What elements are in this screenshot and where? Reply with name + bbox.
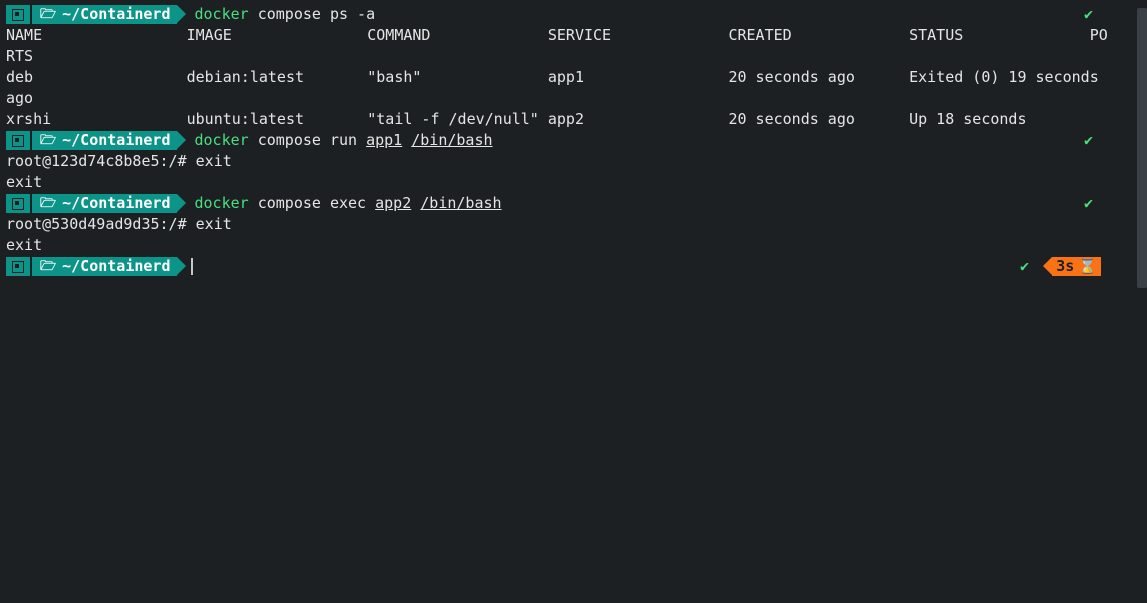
prompt-line[interactable]: 🗁 ~/Containerd docker compose run app1 /bi…: [6, 130, 1141, 151]
check-icon: ✔: [1084, 4, 1093, 25]
manjaro-icon: [6, 131, 30, 150]
path-text: ~/Containerd: [62, 4, 170, 25]
output-line: root@530d49ad9d35:/# exit: [6, 214, 1141, 235]
scrollbar-track: [1137, 0, 1147, 603]
manjaro-icon: [6, 194, 30, 213]
output-line: xrshi ubuntu:latest "tail -f /dev/null" …: [6, 109, 1141, 130]
manjaro-icon: [6, 5, 30, 24]
prompt-line[interactable]: 🗁 ~/Containerd docker compose ps -a ✔: [6, 4, 1141, 25]
cursor: [191, 258, 193, 275]
command: docker compose ps -a: [195, 4, 376, 25]
output-line: deb debian:latest "bash" app1 20 seconds…: [6, 67, 1141, 88]
output-line: NAME IMAGE COMMAND SERVICE CREATED STATU…: [6, 25, 1141, 46]
manjaro-icon: [6, 257, 30, 276]
output-line: ago: [6, 88, 1141, 109]
check-icon: ✔: [1020, 256, 1029, 277]
command: docker compose run app1 /bin/bash: [195, 130, 493, 151]
terminal[interactable]: 🗁~/Containerddocker compose ps -a✔NAME I…: [6, 4, 1141, 277]
prompt-line[interactable]: 🗁 ~/Containerd docker compose exec app2 /b…: [6, 193, 1141, 214]
folder-icon: 🗁: [40, 4, 56, 25]
path-text: ~/Containerd: [62, 193, 170, 214]
output-line: exit: [6, 235, 1141, 256]
output-line: RTS: [6, 46, 1141, 67]
folder-icon: 🗁: [40, 130, 56, 151]
check-icon: ✔: [1084, 193, 1093, 214]
prompt-path: 🗁 ~/Containerd: [32, 257, 177, 276]
prompt-path: 🗁 ~/Containerd: [32, 5, 177, 24]
prompt-path: 🗁 ~/Containerd: [32, 131, 177, 150]
output-line: exit: [6, 172, 1141, 193]
command: docker compose exec app2 /bin/bash: [195, 193, 502, 214]
folder-icon: 🗁: [40, 256, 56, 277]
prompt-path: 🗁 ~/Containerd: [32, 194, 177, 213]
path-text: ~/Containerd: [62, 256, 170, 277]
hourglass-icon: ⌛: [1078, 256, 1097, 277]
folder-icon: 🗁: [40, 193, 56, 214]
path-text: ~/Containerd: [62, 130, 170, 151]
timer-badge: 3s⌛: [1052, 257, 1101, 276]
prompt-line-active[interactable]: 🗁 ~/Containerd ✔ 3s⌛: [6, 256, 1141, 277]
check-icon: ✔: [1084, 130, 1093, 151]
output-line: root@123d74c8b8e5:/# exit: [6, 151, 1141, 172]
scrollbar-thumb[interactable]: [1137, 8, 1147, 288]
